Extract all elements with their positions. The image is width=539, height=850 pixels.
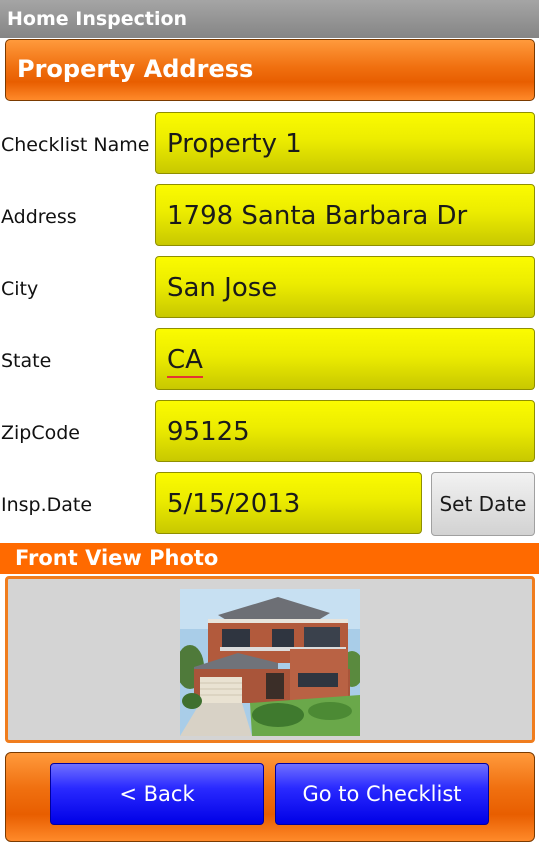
- insp-date-label: Insp.Date: [1, 494, 93, 516]
- zipcode-field[interactable]: 95125: [155, 400, 535, 462]
- state-value: CA: [167, 345, 203, 378]
- front-view-photo-header: Front View Photo: [0, 543, 539, 574]
- house-photo-icon: [180, 589, 360, 736]
- city-field[interactable]: San Jose: [155, 256, 535, 318]
- insp-date-field[interactable]: 5/15/2013: [155, 472, 422, 534]
- address-label: Address: [1, 206, 77, 228]
- app-title: Home Inspection: [0, 0, 539, 38]
- property-address-header[interactable]: Property Address: [5, 39, 535, 101]
- go-to-checklist-button[interactable]: Go to Checklist: [275, 763, 489, 825]
- state-label: State: [1, 350, 52, 372]
- checklist-name-field[interactable]: Property 1: [155, 112, 535, 174]
- city-label: City: [1, 278, 39, 300]
- front-view-photo-frame[interactable]: [5, 576, 535, 743]
- back-button[interactable]: < Back: [50, 763, 264, 825]
- checklist-name-label: Checklist Name: [1, 134, 150, 156]
- zipcode-label: ZipCode: [1, 422, 80, 444]
- set-date-button[interactable]: Set Date: [431, 472, 535, 536]
- bottom-nav-bar: < Back Go to Checklist: [5, 752, 535, 842]
- address-field[interactable]: 1798 Santa Barbara Dr: [155, 184, 535, 246]
- state-field[interactable]: CA: [155, 328, 535, 390]
